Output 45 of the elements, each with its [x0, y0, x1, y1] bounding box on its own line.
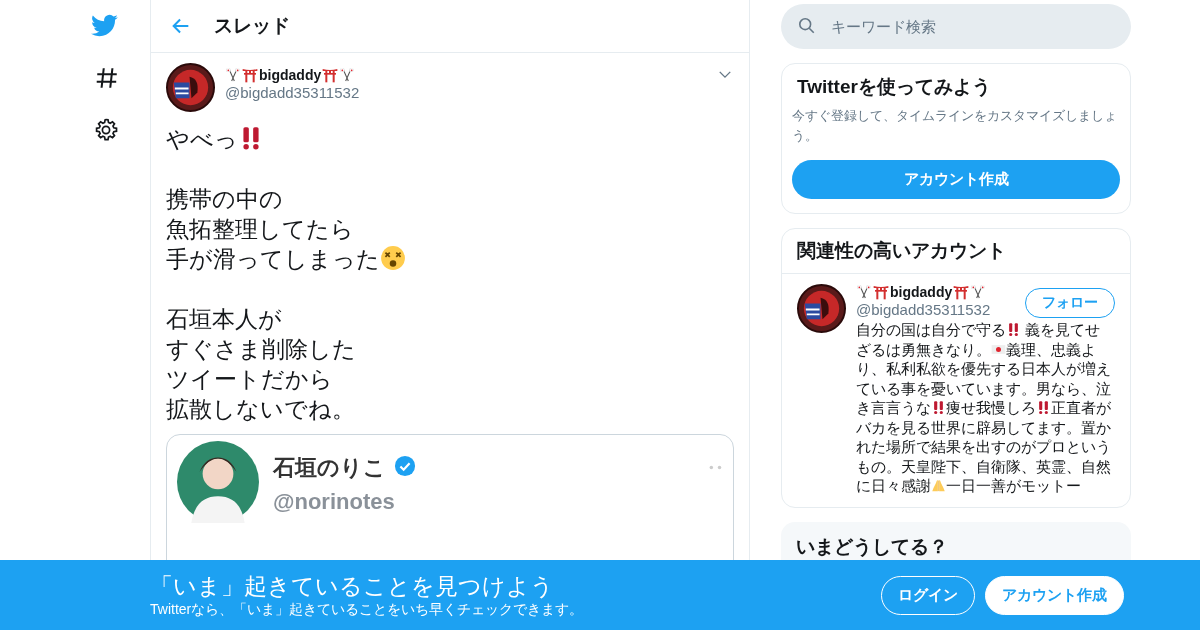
tweet-text-line: 携帯の中の [166, 185, 284, 214]
caret-icon[interactable] [718, 70, 732, 79]
tweet-text-line: 手が滑ってしまった [166, 244, 734, 274]
log-in-button[interactable]: ログイン [881, 575, 975, 615]
card-title: 関連性の高いアカウント [782, 229, 1130, 274]
sign-up-button[interactable]: アカウント作成 [985, 575, 1124, 615]
praying-hands-icon [931, 478, 946, 493]
user-name: bigdaddy [259, 67, 322, 83]
tweet-text-line: ツイートだから [166, 365, 334, 394]
user-handle: @norinotes [273, 489, 396, 515]
avatar-icon [177, 441, 259, 523]
follow-button[interactable]: フォロー [1025, 288, 1115, 318]
hashtag-icon[interactable] [94, 65, 120, 91]
user-handle: @bigdadd35311532 [856, 300, 991, 319]
double-exclamation-icon [931, 400, 946, 415]
torii-gate-icon [873, 284, 889, 300]
card-title: Twitterを使ってみよう [796, 75, 992, 99]
tweet-text-line: 石垣本人が [166, 305, 283, 334]
more-icon [709, 465, 723, 470]
tweet-text-line: すぐさま削除した [166, 335, 357, 364]
tweet-text-line: 拡散しないでね。 [166, 395, 356, 424]
sign-up-button[interactable]: アカウント作成 [792, 160, 1120, 199]
banner-title: 「いま」起きていることを見つけよう [150, 572, 555, 600]
avatar-icon [166, 63, 215, 112]
torii-gate-icon [242, 67, 258, 83]
dizzy-emoji-icon [380, 245, 406, 271]
double-exclamation-icon [1006, 322, 1021, 337]
tweet-text-line: やべっ [166, 124, 734, 154]
card-title: いまどうしてる？ [795, 534, 949, 559]
user-handle: @bigdadd35311532 [225, 83, 361, 102]
avatar-icon [797, 284, 846, 333]
banner-subtitle: Twitterなら、「いま」起きていることをいち早くチェックできます。 [150, 600, 584, 618]
search-field[interactable]: キーワード検索 [781, 4, 1131, 49]
card-description: 今すぐ登録して、タイムラインをカスタマイズしましょう。 [792, 107, 1118, 145]
user-name: bigdaddy [890, 284, 953, 300]
settings-icon[interactable] [94, 118, 118, 142]
double-exclamation-icon [1036, 400, 1051, 415]
bird-icon[interactable] [91, 14, 119, 38]
torii-gate-icon [322, 67, 339, 83]
user-bio: 自分の国は自分で守る 義を見てせざるは勇無きなり。 義理、忠義より、私利私欲を優先する日本人が増えている事を憂いています。男なら、泣き言言うな 痩せ我慢しろ 正直者がバカを見る世界に辟易してます。置かれた場所で結果を出すのがプロというもの。天皇陛下、自衛隊、英霊、自然に日々感謝 一日一善がモットー [856, 321, 1112, 496]
page-title: スレッド [214, 14, 290, 38]
search-icon [798, 17, 816, 35]
user-name: 石垣のりこ [273, 454, 386, 482]
torii-gate-icon [953, 284, 970, 300]
tweet-text-line: 魚拓整理してたら [166, 215, 355, 244]
